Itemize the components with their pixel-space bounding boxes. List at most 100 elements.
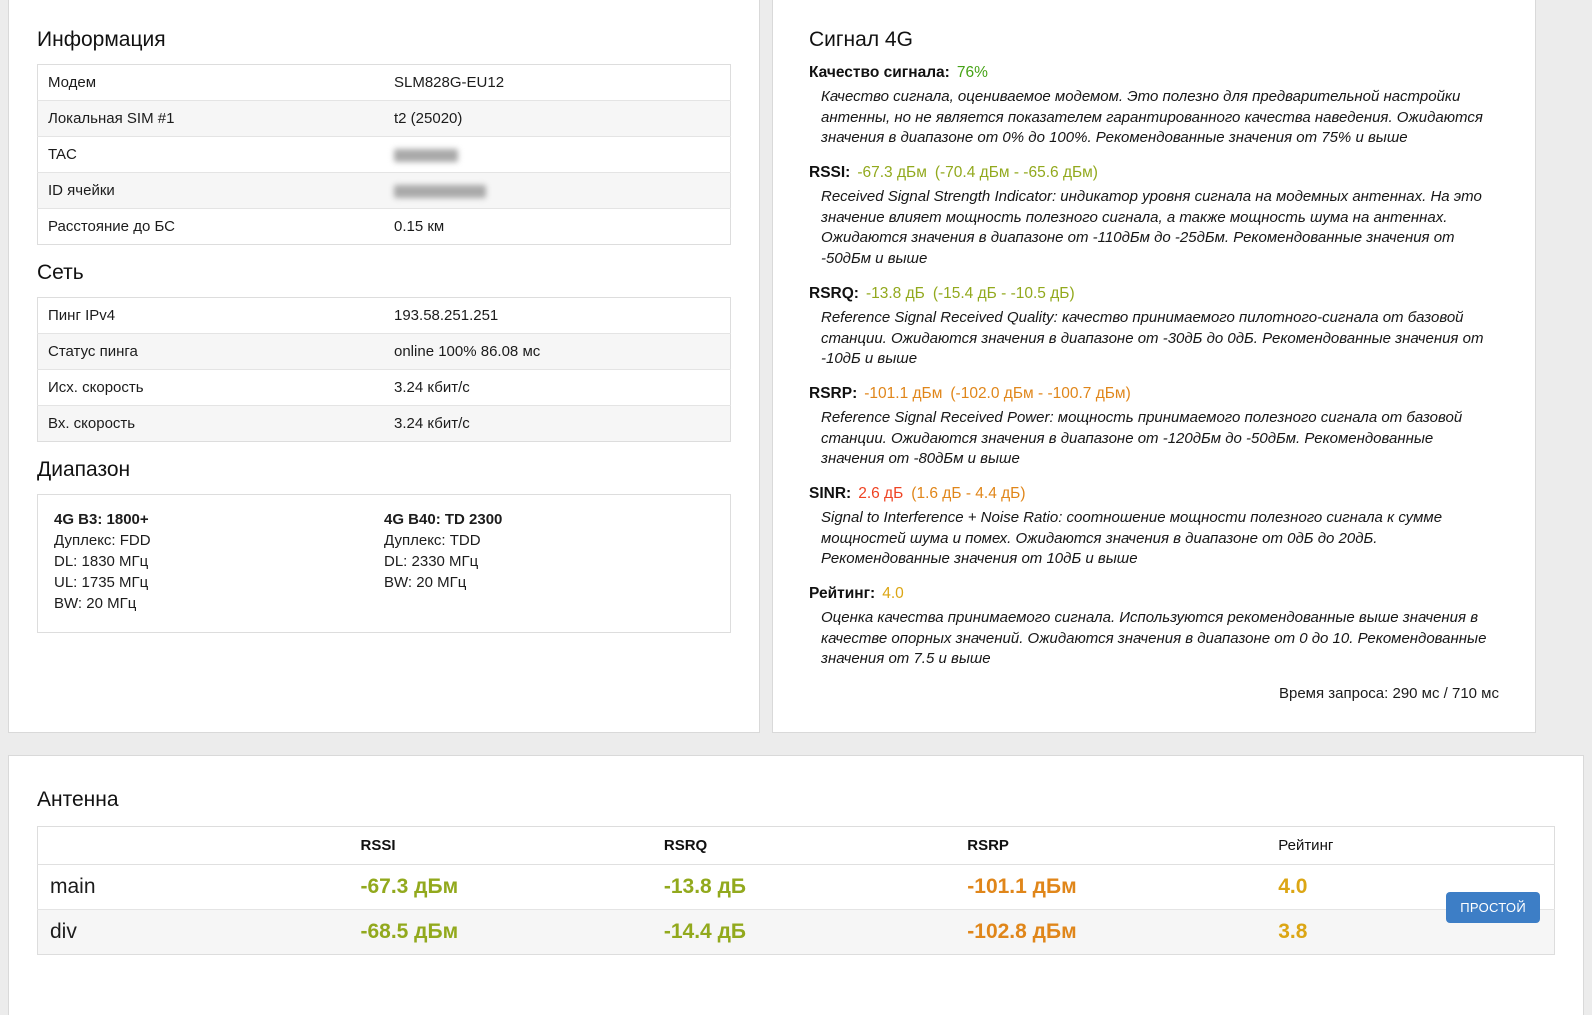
antenna-table: RSSI RSRQ RSRP Рейтинг main -67.3 дБм -1… xyxy=(37,826,1555,955)
metric-value: -67.3 дБм xyxy=(857,164,927,181)
row-label: Расстояние до БС xyxy=(38,209,385,245)
metric-range: (-70.4 дБм - -65.6 дБм) xyxy=(935,164,1098,181)
row-value: SLM828G-EU12 xyxy=(384,65,731,101)
row-label: Статус пинга xyxy=(38,334,385,370)
info-table: Модем SLM828G-EU12 Локальная SIM #1 t2 (… xyxy=(37,64,731,245)
metric-range: (-102.0 дБм - -100.7 дБм) xyxy=(950,385,1130,402)
metric-label: RSRQ: xyxy=(809,285,859,302)
antenna-title: Антенна xyxy=(37,788,1555,812)
metric-rsrp: RSRP: -101.1 дБм (-102.0 дБм - -100.7 дБм)… xyxy=(809,385,1499,470)
metric-sinr: SINR:2.6 дБ(1.6 дБ - 4.4 дБ) Signal to I… xyxy=(809,485,1499,570)
metric-description: Reference Signal Received Quality: качес… xyxy=(821,308,1499,370)
band-line: BW: 20 МГц xyxy=(384,572,714,593)
metric-description: Оценка качества принимаемого сигнала. Ис… xyxy=(821,608,1499,670)
band-line: UL: 1735 МГц xyxy=(54,572,384,593)
row-value xyxy=(384,173,731,209)
antenna-rssi-value: -67.3 дБм xyxy=(348,865,651,910)
metric-label: Рейтинг: xyxy=(809,585,875,602)
metric-description: Reference Signal Received Power: мощност… xyxy=(821,408,1499,470)
table-row: Локальная SIM #1 t2 (25020) xyxy=(38,101,731,137)
table-row: Статус пинга online 100% 86.08 мс xyxy=(38,334,731,370)
signal-card: Сигнал 4G Качество сигнала: 76% Качество … xyxy=(772,0,1536,733)
metric-value: -13.8 дБ xyxy=(866,285,925,302)
band-name: 4G B3: 1800+ xyxy=(54,509,384,530)
info-card: Информация Модем SLM828G-EU12 Локальная … xyxy=(8,0,760,733)
query-time: Время запроса: 290 мс / 710 мс xyxy=(809,685,1499,702)
metric-label: Качество сигнала: xyxy=(809,64,950,81)
band-column: 4G B3: 1800+ Дуплекс: FDD DL: 1830 МГц U… xyxy=(54,509,384,614)
column-header-rsrq: RSRQ xyxy=(652,827,955,865)
metric-value: 4.0 xyxy=(882,585,904,602)
metric-rssi: RSSI: -67.3 дБм (-70.4 дБм - -65.6 дБм) Re… xyxy=(809,164,1499,270)
antenna-rsrq-value: -13.8 дБ xyxy=(652,865,955,910)
column-header-rsrp: RSRP xyxy=(955,827,1266,865)
metric-range: (1.6 дБ - 4.4 дБ) xyxy=(911,485,1025,502)
row-label: TAC xyxy=(38,137,385,173)
top-section: Информация Модем SLM828G-EU12 Локальная … xyxy=(0,0,1592,733)
metric-value: 2.6 дБ xyxy=(858,485,903,502)
band-line: Дуплекс: TDD xyxy=(384,530,714,551)
antenna-card: Антенна RSSI RSRQ RSRP Рейтинг main -67.… xyxy=(8,755,1584,1015)
metric-description: Качество сигнала, оцениваемое модемом. Э… xyxy=(821,87,1499,149)
network-title: Сеть xyxy=(37,261,731,285)
metric-value: -101.1 дБм xyxy=(864,385,942,402)
metric-description: Received Signal Strength Indicator: инди… xyxy=(821,187,1499,270)
antenna-row-main: main -67.3 дБм -13.8 дБ -101.1 дБм 4.0 xyxy=(38,865,1555,910)
band-line: DL: 2330 МГц xyxy=(384,551,714,572)
row-label: Локальная SIM #1 xyxy=(38,101,385,137)
blurred-value xyxy=(394,185,486,198)
row-value: 0.15 км xyxy=(384,209,731,245)
band-line: Дуплекс: FDD xyxy=(54,530,384,551)
table-row: Модем SLM828G-EU12 xyxy=(38,65,731,101)
row-value: t2 (25020) xyxy=(384,101,731,137)
band-line: BW: 20 МГц xyxy=(54,593,384,614)
row-label: Исх. скорость xyxy=(38,370,385,406)
row-label: ID ячейки xyxy=(38,173,385,209)
row-value: online 100% 86.08 мс xyxy=(384,334,731,370)
antenna-rsrp-value: -101.1 дБм xyxy=(955,865,1266,910)
band-column: 4G B40: TD 2300 Дуплекс: TDD DL: 2330 МГ… xyxy=(384,509,714,614)
band-name: 4G B40: TD 2300 xyxy=(384,509,714,530)
metric-line: RSRP: -101.1 дБм (-102.0 дБм - -100.7 дБм) xyxy=(809,385,1499,403)
blurred-value xyxy=(394,149,458,162)
metric-range: (-15.4 дБ - -10.5 дБ) xyxy=(933,285,1075,302)
metric-label: RSRP: xyxy=(809,385,857,402)
signal-title: Сигнал 4G xyxy=(809,28,1499,52)
table-row: Вх. скорость 3.24 кбит/с xyxy=(38,406,731,442)
metric-quality: Качество сигнала: 76% Качество сигнала, о… xyxy=(809,64,1499,149)
metric-label: RSSI: xyxy=(809,164,850,181)
metric-label: SINR: xyxy=(809,485,851,502)
row-value: 193.58.251.251 xyxy=(384,298,731,334)
row-value: 3.24 кбит/с xyxy=(384,406,731,442)
table-row: TAC xyxy=(38,137,731,173)
row-label: Модем xyxy=(38,65,385,101)
metric-line: RSSI: -67.3 дБм (-70.4 дБм - -65.6 дБм) xyxy=(809,164,1499,182)
column-header-rssi: RSSI xyxy=(348,827,651,865)
row-label: Вх. скорость xyxy=(38,406,385,442)
band-title: Диапазон xyxy=(37,458,731,482)
row-value: 3.24 кбит/с xyxy=(384,370,731,406)
antenna-rsrp-value: -102.8 дБм xyxy=(955,910,1266,955)
metric-rsrq: RSRQ: -13.8 дБ (-15.4 дБ - -10.5 дБ) Refer… xyxy=(809,285,1499,370)
column-header xyxy=(38,827,349,865)
band-box: 4G B3: 1800+ Дуплекс: FDD DL: 1830 МГц U… xyxy=(37,494,731,633)
antenna-name: main xyxy=(38,865,349,910)
table-row: Пинг IPv4 193.58.251.251 xyxy=(38,298,731,334)
table-row: Расстояние до БС 0.15 км xyxy=(38,209,731,245)
metric-line: Качество сигнала: 76% xyxy=(809,64,1499,82)
metric-line: SINR: 2.6 дБ (1.6 дБ - 4.4 дБ) xyxy=(809,485,1499,503)
band-line: DL: 1830 МГц xyxy=(54,551,384,572)
antenna-row-div: div -68.5 дБм -14.4 дБ -102.8 дБм 3.8 xyxy=(38,910,1555,955)
simple-mode-button[interactable]: ПРОСТОЙ xyxy=(1446,892,1540,923)
table-row: ID ячейки xyxy=(38,173,731,209)
antenna-name: div xyxy=(38,910,349,955)
metric-line: Рейтинг: 4.0 xyxy=(809,585,1499,603)
antenna-rsrq-value: -14.4 дБ xyxy=(652,910,955,955)
table-row: Исх. скорость 3.24 кбит/с xyxy=(38,370,731,406)
metric-line: RSRQ: -13.8 дБ (-15.4 дБ - -10.5 дБ) xyxy=(809,285,1499,303)
row-label: Пинг IPv4 xyxy=(38,298,385,334)
metric-value: 76% xyxy=(957,64,988,81)
metric-rating: Рейтинг: 4.0 Оценка качества принимаемого… xyxy=(809,585,1499,670)
column-header-rating: Рейтинг xyxy=(1266,827,1554,865)
info-title: Информация xyxy=(37,28,731,52)
